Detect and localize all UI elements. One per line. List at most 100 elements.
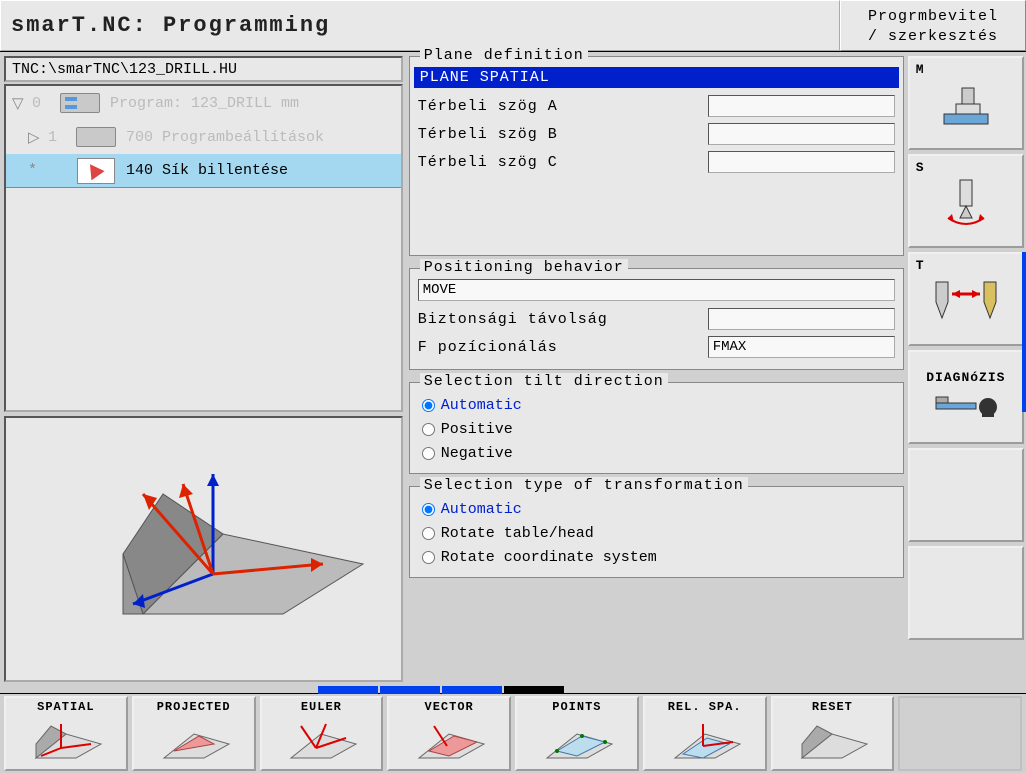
radio-row[interactable]: Rotate table/head [418, 521, 895, 545]
page-segment[interactable] [380, 686, 440, 694]
softkey-label: POINTS [552, 700, 601, 716]
side-empty-button[interactable] [908, 448, 1024, 542]
diagnosis-icon [926, 385, 1006, 425]
button-label: DIAGNóZIS [926, 370, 1005, 385]
vector-icon [399, 716, 499, 767]
tilt-direction-group: Selection tilt direction Automatic Posit… [409, 382, 904, 474]
reset-icon [782, 716, 882, 767]
app-title: smarT.NC: Programming [0, 0, 840, 51]
radio-tf-automatic[interactable] [422, 503, 435, 516]
tree-row[interactable]: * 140 Sík billentése [6, 154, 401, 188]
softkey-points[interactable]: POINTS [515, 696, 639, 771]
mode-indicator: Progrmbevitel / szerkesztés [840, 0, 1026, 51]
button-letter: S [916, 160, 924, 175]
preview-3d [4, 416, 403, 682]
radio-tf-rotate-table[interactable] [422, 527, 435, 540]
tree-label: 700 Programbeállítások [126, 129, 324, 146]
radio-negative[interactable] [422, 447, 435, 460]
softkey-page-strip[interactable] [0, 686, 1026, 694]
softkey-euler[interactable]: EULER [260, 696, 384, 771]
softkey-projected[interactable]: PROJECTED [132, 696, 256, 771]
softkey-label: EULER [301, 700, 342, 716]
safety-distance-input[interactable] [708, 308, 895, 330]
softkey-vector[interactable]: VECTOR [387, 696, 511, 771]
side-empty-button[interactable] [908, 546, 1024, 640]
group-legend: Plane definition [420, 47, 588, 64]
spindle-button[interactable]: S [908, 154, 1024, 248]
angle-b-input[interactable] [708, 123, 895, 145]
softkey-label: SPATIAL [37, 700, 94, 716]
plane-definition-group: Plane definition PLANE SPATIAL Térbeli s… [409, 56, 904, 256]
machine-icon [936, 78, 996, 128]
field-label: Biztonsági távolság [418, 311, 708, 328]
softkey-empty [898, 696, 1022, 771]
angle-a-input[interactable] [708, 95, 895, 117]
radio-label: Rotate table/head [441, 525, 594, 542]
field-label: Térbeli szög A [418, 98, 708, 115]
file-path: TNC:\smarTNC\123_DRILL.HU [4, 56, 403, 82]
group-legend: Selection tilt direction [420, 373, 668, 390]
f-positioning-input[interactable] [708, 336, 895, 358]
radio-row[interactable]: Positive [418, 417, 895, 441]
tree-row[interactable]: ▷ 1 700 Programbeállítások [6, 120, 401, 154]
radio-positive[interactable] [422, 423, 435, 436]
tilt-icon [74, 158, 118, 184]
side-scroll-indicator [1022, 252, 1026, 412]
page-segment[interactable] [318, 686, 378, 694]
mode-line1: Progrmbevitel [845, 7, 1021, 27]
diagnosis-button[interactable]: DIAGNóZIS [908, 350, 1024, 444]
softkey-reset[interactable]: RESET [771, 696, 895, 771]
transformation-group: Selection type of transformation Automat… [409, 486, 904, 578]
radio-label: Automatic [441, 397, 522, 414]
group-legend: Positioning behavior [420, 259, 628, 276]
plane-type-highlight[interactable]: PLANE SPATIAL [414, 67, 899, 88]
euler-icon [271, 716, 371, 767]
softkey-bar: SPATIAL PROJECTED EULER VECTOR [0, 693, 1026, 773]
spindle-icon [936, 174, 996, 229]
tool-icon [926, 272, 1006, 327]
softkey-label: REL. SPA. [668, 700, 742, 716]
page-segment[interactable] [442, 686, 502, 694]
radio-label: Positive [441, 421, 513, 438]
radio-row[interactable]: Automatic [418, 497, 895, 521]
softkey-label: PROJECTED [157, 700, 231, 716]
field-label: Térbeli szög B [418, 126, 708, 143]
positioning-mode-input[interactable] [418, 279, 895, 301]
positioning-group: Positioning behavior Biztonsági távolság… [409, 268, 904, 370]
machine-button[interactable]: M [908, 56, 1024, 150]
radio-row[interactable]: Negative [418, 441, 895, 465]
button-letter: T [916, 258, 924, 273]
relspa-icon [655, 716, 755, 767]
settings-icon [74, 124, 118, 150]
expand-icon[interactable]: ▷ [28, 128, 40, 147]
tree-label: 140 Sík billentése [126, 162, 288, 179]
radio-label: Negative [441, 445, 513, 462]
tree-index: 0 [32, 95, 50, 112]
softkey-relspa[interactable]: REL. SPA. [643, 696, 767, 771]
program-tree[interactable]: ▽ 0 Program: 123_DRILL mm ▷ 1 700 Progra… [4, 84, 403, 412]
field-label: Térbeli szög C [418, 154, 708, 171]
group-legend: Selection type of transformation [420, 477, 748, 494]
program-icon [58, 90, 102, 116]
radio-row[interactable]: Automatic [418, 393, 895, 417]
softkey-label: RESET [812, 700, 853, 716]
angle-c-input[interactable] [708, 151, 895, 173]
radio-label: Automatic [441, 501, 522, 518]
expand-icon[interactable]: ▽ [12, 94, 24, 113]
tree-label: Program: 123_DRILL mm [110, 95, 299, 112]
radio-automatic[interactable] [422, 399, 435, 412]
radio-tf-rotate-coord[interactable] [422, 551, 435, 564]
field-label: F pozícionálás [418, 339, 708, 356]
expand-icon[interactable]: * [28, 162, 40, 179]
projected-icon [144, 716, 244, 767]
points-icon [527, 716, 627, 767]
tree-row[interactable]: ▽ 0 Program: 123_DRILL mm [6, 86, 401, 120]
softkey-label: VECTOR [425, 700, 474, 716]
radio-row[interactable]: Rotate coordinate system [418, 545, 895, 569]
plane-preview-icon [23, 434, 383, 664]
side-softkey-column: M S T [906, 52, 1026, 686]
softkey-spatial[interactable]: SPATIAL [4, 696, 128, 771]
page-segment[interactable] [504, 686, 564, 694]
tool-button[interactable]: T [908, 252, 1024, 346]
tree-index: 1 [48, 129, 66, 146]
